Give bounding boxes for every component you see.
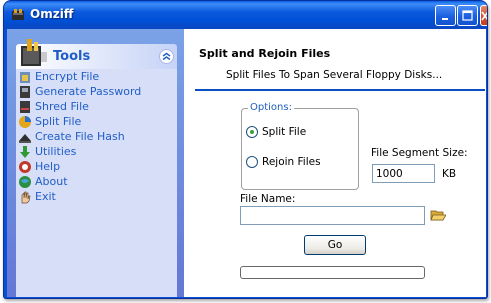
progress-bar [240,266,425,279]
split-file-radio[interactable] [246,126,258,138]
task-panel: Encrypt File Generate Password Shred Fil… [16,69,177,297]
password-icon [20,85,30,98]
hash-icon [19,133,31,143]
page-subtitle: Split Files To Span Several Floppy Disks… [226,69,443,81]
close-icon [481,11,487,20]
shred-icon [20,100,30,113]
help-icon [19,160,31,173]
tools-label: Tools [53,49,91,64]
segment-size-label: File Segment Size: [371,147,468,159]
sidebar-item-label: Utilities [35,145,77,158]
sidebar-item-generate-password[interactable]: Generate Password [18,84,176,99]
sidebar-item-utilities[interactable]: Utilities [18,144,176,159]
file-name-label: File Name: [240,193,296,205]
split-file-label: Split File [262,126,307,138]
sidebar-item-split-file[interactable]: Split File [18,114,176,129]
rejoin-files-label: Rejoin Files [262,156,321,168]
sidebar-item-about[interactable]: About [18,174,176,189]
sidebar-item-label: Split File [35,115,82,128]
tools-icon [21,39,47,66]
app-icon [12,9,24,20]
sidebar-item-label: Create File Hash [35,130,125,143]
exit-icon [21,191,31,203]
app-window: Omziff Tools Encrypt File Generate Passw… [3,0,488,299]
encrypt-icon [20,71,30,83]
segment-unit-label: KB [442,168,457,180]
split-file-option[interactable]: Split File [246,126,306,138]
client-area: Tools Encrypt File Generate Password Shr… [7,29,486,297]
tools-header[interactable]: Tools [16,39,177,69]
sidebar-item-label: Exit [35,190,56,203]
sidebar-item-label: Encrypt File [35,70,100,83]
minimize-icon [441,17,448,20]
main-panel: Split and Rejoin Files Split Files To Sp… [184,29,486,297]
about-icon [19,175,31,188]
page-title: Split and Rejoin Files [199,47,331,60]
sidebar-item-label: About [35,175,68,188]
sidebar-item-label: Help [35,160,61,173]
open-folder-icon[interactable] [430,208,446,222]
close-button[interactable] [480,5,487,26]
collapse-button[interactable] [159,49,174,64]
sidebar-item-label: Shred File [35,100,89,113]
sidebar: Tools Encrypt File Generate Password Shr… [7,29,184,297]
split-icon [19,115,31,128]
sidebar-item-encrypt-file[interactable]: Encrypt File [18,69,176,84]
sidebar-item-shred-file[interactable]: Shred File [18,99,176,114]
options-legend: Options: [248,102,294,113]
sidebar-item-create-file-hash[interactable]: Create File Hash [18,129,176,144]
window-title: Omziff [30,7,74,21]
chevron-up-icon [162,52,171,61]
minimize-button[interactable] [435,5,456,26]
rejoin-files-radio[interactable] [246,156,258,168]
sidebar-item-help[interactable]: Help [18,159,176,174]
sidebar-item-label: Generate Password [35,85,142,98]
sidebar-item-exit[interactable]: Exit [18,189,176,204]
go-button[interactable]: Go [304,235,366,255]
maximize-button[interactable] [457,5,478,26]
segment-size-input[interactable] [372,164,435,183]
divider [195,89,485,91]
utilities-icon [20,145,30,158]
title-bar[interactable]: Omziff [4,1,487,29]
options-group: Options: Split File Rejoin Files [241,102,359,190]
rejoin-files-option[interactable]: Rejoin Files [246,156,321,168]
maximize-icon [462,10,473,21]
file-name-input[interactable] [240,206,425,225]
